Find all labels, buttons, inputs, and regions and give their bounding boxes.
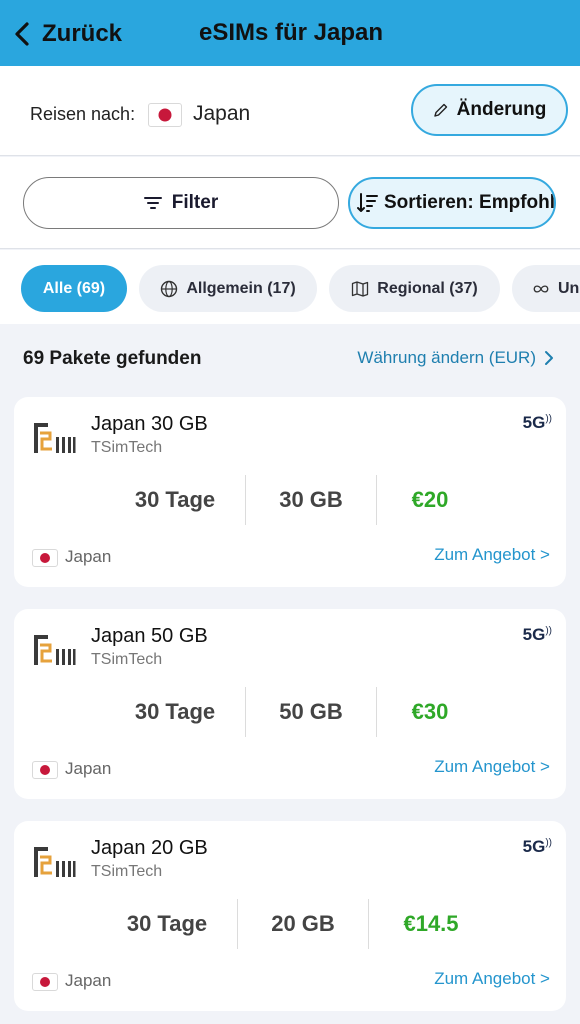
filter-icon [143,197,162,209]
plan-data: 20 GB [271,911,335,936]
chip-label: Regional (37) [377,279,478,297]
network-label: 5G [522,837,546,856]
page-title: eSIMs für Japan [198,19,384,46]
view-offer-link[interactable]: Zum Angebot > [434,757,550,777]
plan-price: €14.5 [403,911,459,936]
sort-button[interactable]: Sortieren: Empfohlen [348,177,556,229]
chip-unlimited[interactable]: Un [512,265,580,312]
network-badge: 5G)) [523,837,552,857]
view-offer-link[interactable]: Zum Angebot > [434,969,550,989]
chip-label: Un [558,279,580,297]
signal-icon: )) [545,413,552,425]
japan-flag-icon [148,103,182,127]
chip-all[interactable]: Alle (69) [21,265,127,312]
globe-icon [161,280,178,297]
results-count: 69 Pakete gefunden [23,348,202,369]
filter-button[interactable]: Filter [23,177,339,229]
tsimtech-logo-icon [34,423,76,453]
plan-provider: TSimTech [91,651,163,668]
map-icon [352,280,369,297]
plan-stats: 30 Tage 50 GB €30 [14,687,566,737]
pencil-icon [433,103,447,117]
infinity-icon [533,284,549,293]
change-destination-label: Änderung [456,99,547,120]
plan-country: Japan [65,759,112,778]
plan-country: Japan [65,971,112,990]
japan-flag-icon [32,549,58,567]
plan-country: Japan [65,547,112,566]
change-destination-button[interactable]: Änderung [411,84,568,136]
plan-name: Japan 20 GB [91,837,208,859]
filter-label: Filter [171,192,219,213]
tsimtech-logo-icon [34,635,76,665]
plan-duration: 30 Tage [134,699,216,724]
network-label: 5G [522,625,546,644]
sort-icon [357,193,378,212]
plan-name: Japan 30 GB [91,413,208,435]
signal-icon: )) [545,837,552,849]
plan-duration: 30 Tage [126,911,208,936]
chip-label: Alle (69) [42,279,106,297]
plan-card[interactable]: Japan 50 GB TSimTech 5G)) 30 Tage 50 GB … [14,609,566,799]
plan-card[interactable]: Japan 20 GB TSimTech 5G)) 30 Tage 20 GB … [14,821,566,1011]
network-label: 5G [522,413,546,432]
plan-stats: 30 Tage 30 GB €20 [14,475,566,525]
plan-stats: 30 Tage 20 GB €14.5 [14,899,566,949]
filter-sort-bar: Filter Sortieren: Empfohlen [0,157,580,249]
japan-flag-icon [32,973,58,991]
plan-provider: TSimTech [91,863,163,880]
plan-data: 50 GB [279,699,343,724]
change-currency-link[interactable]: Währung ändern (EUR) [357,348,554,368]
view-offer-link[interactable]: Zum Angebot > [434,545,550,565]
plan-price: €20 [411,487,449,512]
chip-general[interactable]: Allgemein (17) [139,265,317,312]
destination-country: Japan [193,102,251,125]
network-badge: 5G)) [523,625,552,645]
plan-data: 30 GB [279,487,343,512]
signal-icon: )) [545,625,552,637]
chip-regional[interactable]: Regional (37) [329,265,500,312]
destination-row: Reisen nach: Japan Änderung [0,66,580,156]
plan-card[interactable]: Japan 30 GB TSimTech 5G)) 30 Tage 30 GB … [14,397,566,587]
plan-name: Japan 50 GB [91,625,208,647]
japan-flag-icon [32,761,58,779]
chevron-right-icon [545,351,553,365]
tsimtech-logo-icon [34,847,76,877]
change-currency-label: Währung ändern (EUR) [357,348,536,367]
plan-price: €30 [411,699,449,724]
network-badge: 5G)) [523,413,552,433]
category-chips: Alle (69) Allgemein (17) Regional (37) U… [0,250,580,324]
plan-provider: TSimTech [91,439,163,456]
plan-duration: 30 Tage [134,487,216,512]
top-app-bar: Zurück eSIMs für Japan [0,0,580,66]
destination-label: Reisen nach: [30,104,136,124]
sort-label: Sortieren: Empfohlen [384,192,556,213]
chip-label: Allgemein (17) [186,279,296,297]
